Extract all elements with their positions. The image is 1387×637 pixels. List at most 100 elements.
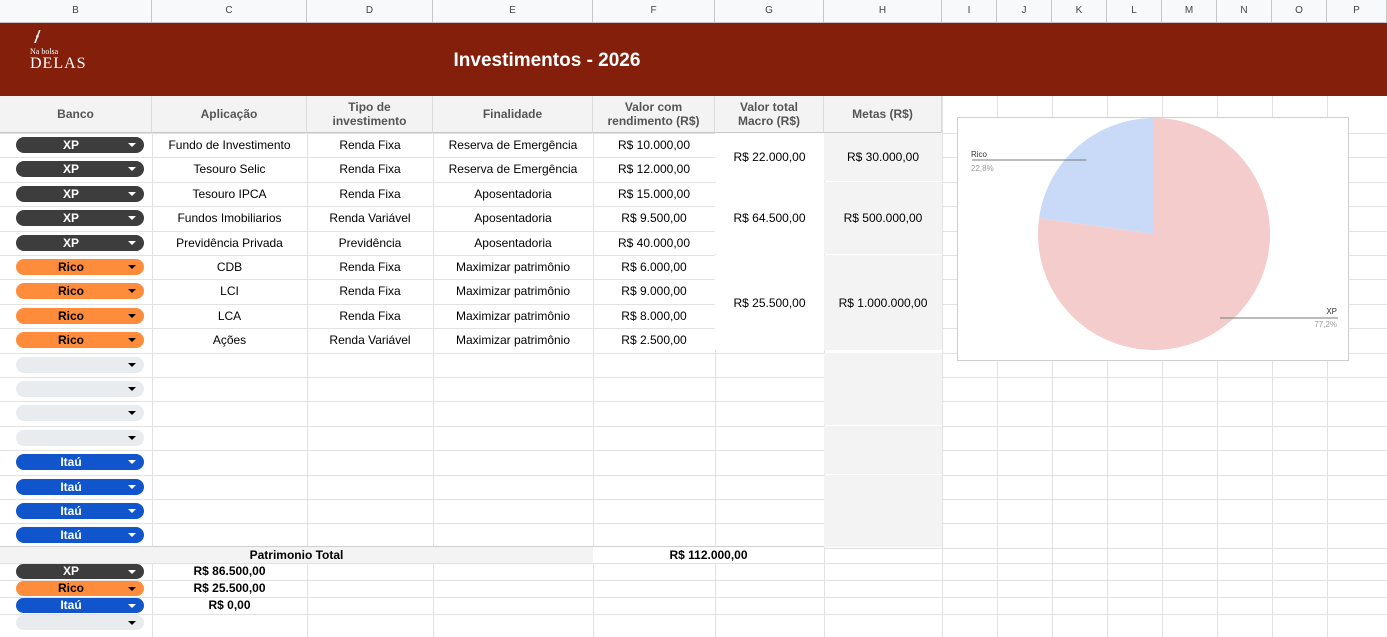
aplicacao-cell[interactable]: Ações bbox=[152, 328, 307, 352]
bank-dropdown[interactable]: Itaú bbox=[16, 527, 144, 543]
finalidade-cell[interactable] bbox=[433, 377, 593, 401]
finalidade-cell[interactable]: Maximizar patrimônio bbox=[433, 328, 593, 352]
valor-cell[interactable] bbox=[593, 401, 715, 425]
bank-dropdown[interactable]: XP bbox=[16, 235, 144, 251]
patrimonio-total-label[interactable]: Patrimonio Total bbox=[0, 546, 593, 563]
bank-dropdown[interactable]: Itaú bbox=[16, 454, 144, 470]
header-macro[interactable]: Valor total Macro (R$) bbox=[715, 96, 824, 133]
tipo-cell[interactable]: Renda Variável bbox=[307, 328, 433, 352]
finalidade-cell[interactable]: Aposentadoria bbox=[433, 206, 593, 230]
bank-dropdown[interactable]: Rico bbox=[16, 283, 144, 299]
finalidade-cell[interactable]: Maximizar patrimônio bbox=[433, 304, 593, 328]
aplicacao-cell[interactable]: Previdência Privada bbox=[152, 231, 307, 255]
finalidade-cell[interactable] bbox=[433, 450, 593, 474]
patrimonio-total-value[interactable]: R$ 112.000,00 bbox=[593, 546, 824, 563]
meta-cell[interactable] bbox=[824, 426, 942, 450]
aplicacao-cell[interactable]: Tesouro Selic bbox=[152, 157, 307, 181]
summary-value-cell[interactable]: R$ 86.500,00 bbox=[152, 563, 307, 580]
valor-cell[interactable]: R$ 40.000,00 bbox=[593, 231, 715, 255]
aplicacao-cell[interactable]: LCA bbox=[152, 304, 307, 328]
bank-dropdown[interactable]: Itaú bbox=[16, 479, 144, 495]
aplicacao-cell[interactable]: Fundos Imobiliarios bbox=[152, 206, 307, 230]
bank-dropdown[interactable] bbox=[16, 381, 144, 397]
header-metas[interactable]: Metas (R$) bbox=[824, 96, 942, 133]
valor-cell[interactable]: R$ 8.000,00 bbox=[593, 304, 715, 328]
summary-value-cell[interactable] bbox=[152, 614, 307, 631]
header-tipo[interactable]: Tipo de investimento bbox=[307, 96, 433, 133]
bank-dropdown[interactable] bbox=[16, 405, 144, 421]
tipo-cell[interactable]: Renda Fixa bbox=[307, 182, 433, 206]
finalidade-cell[interactable] bbox=[433, 475, 593, 499]
aplicacao-cell[interactable] bbox=[152, 450, 307, 474]
aplicacao-cell[interactable] bbox=[152, 401, 307, 425]
pie-chart[interactable]: Rico 22,8% XP 77,2% bbox=[957, 117, 1349, 361]
meta-cell[interactable] bbox=[824, 377, 942, 401]
finalidade-cell[interactable]: Maximizar patrimônio bbox=[433, 255, 593, 279]
bank-dropdown[interactable]: XP bbox=[16, 161, 144, 177]
aplicacao-cell[interactable] bbox=[152, 353, 307, 377]
bank-dropdown[interactable]: XP bbox=[16, 210, 144, 226]
meta-cell[interactable] bbox=[824, 353, 942, 377]
aplicacao-cell[interactable] bbox=[152, 475, 307, 499]
tipo-cell[interactable]: Renda Variável bbox=[307, 206, 433, 230]
aplicacao-cell[interactable]: Tesouro IPCA bbox=[152, 182, 307, 206]
finalidade-cell[interactable]: Reserva de Emergência bbox=[433, 133, 593, 157]
macro-total-cell[interactable]: R$ 22.000,00 bbox=[715, 133, 824, 181]
header-valor[interactable]: Valor com rendimento (R$) bbox=[593, 96, 715, 133]
tipo-cell[interactable]: Renda Fixa bbox=[307, 304, 433, 328]
valor-cell[interactable] bbox=[593, 475, 715, 499]
summary-value-cell[interactable]: R$ 25.500,00 bbox=[152, 580, 307, 597]
tipo-cell[interactable] bbox=[307, 377, 433, 401]
tipo-cell[interactable]: Renda Fixa bbox=[307, 157, 433, 181]
meta-cell[interactable]: R$ 1.000.000,00 bbox=[824, 255, 942, 350]
tipo-cell[interactable] bbox=[307, 499, 433, 523]
finalidade-cell[interactable] bbox=[433, 523, 593, 547]
finalidade-cell[interactable] bbox=[433, 353, 593, 377]
aplicacao-cell[interactable] bbox=[152, 426, 307, 450]
tipo-cell[interactable] bbox=[307, 426, 433, 450]
aplicacao-cell[interactable] bbox=[152, 499, 307, 523]
aplicacao-cell[interactable]: CDB bbox=[152, 255, 307, 279]
bank-dropdown[interactable]: Itaú bbox=[16, 598, 144, 613]
bank-dropdown[interactable] bbox=[16, 430, 144, 446]
finalidade-cell[interactable]: Maximizar patrimônio bbox=[433, 279, 593, 303]
aplicacao-cell[interactable] bbox=[152, 523, 307, 547]
valor-cell[interactable] bbox=[593, 426, 715, 450]
header-finalidade[interactable]: Finalidade bbox=[433, 96, 593, 133]
tipo-cell[interactable] bbox=[307, 523, 433, 547]
finalidade-cell[interactable] bbox=[433, 401, 593, 425]
tipo-cell[interactable]: Renda Fixa bbox=[307, 255, 433, 279]
valor-cell[interactable] bbox=[593, 523, 715, 547]
meta-cell[interactable] bbox=[824, 475, 942, 499]
tipo-cell[interactable] bbox=[307, 353, 433, 377]
valor-cell[interactable] bbox=[593, 353, 715, 377]
meta-cell[interactable]: R$ 30.000,00 bbox=[824, 133, 942, 181]
tipo-cell[interactable]: Renda Fixa bbox=[307, 133, 433, 157]
valor-cell[interactable] bbox=[593, 499, 715, 523]
macro-total-cell[interactable]: R$ 64.500,00 bbox=[715, 182, 824, 254]
tipo-cell[interactable]: Previdência bbox=[307, 231, 433, 255]
bank-dropdown[interactable]: Itaú bbox=[16, 503, 144, 519]
valor-cell[interactable]: R$ 2.500,00 bbox=[593, 328, 715, 352]
header-aplicacao[interactable]: Aplicação bbox=[152, 96, 307, 133]
valor-cell[interactable] bbox=[593, 450, 715, 474]
tipo-cell[interactable] bbox=[307, 401, 433, 425]
tipo-cell[interactable] bbox=[307, 475, 433, 499]
bank-dropdown[interactable]: Rico bbox=[16, 581, 144, 596]
valor-cell[interactable]: R$ 10.000,00 bbox=[593, 133, 715, 157]
bank-dropdown[interactable]: Rico bbox=[16, 332, 144, 348]
tipo-cell[interactable]: Renda Fixa bbox=[307, 279, 433, 303]
bank-dropdown[interactable] bbox=[16, 615, 144, 630]
finalidade-cell[interactable] bbox=[433, 499, 593, 523]
meta-cell[interactable] bbox=[824, 499, 942, 523]
bank-dropdown[interactable]: XP bbox=[16, 137, 144, 153]
meta-cell[interactable] bbox=[824, 523, 942, 547]
aplicacao-cell[interactable] bbox=[152, 377, 307, 401]
bank-dropdown[interactable]: Rico bbox=[16, 308, 144, 324]
finalidade-cell[interactable] bbox=[433, 426, 593, 450]
bank-dropdown[interactable] bbox=[16, 357, 144, 373]
tipo-cell[interactable] bbox=[307, 450, 433, 474]
aplicacao-cell[interactable]: Fundo de Investimento bbox=[152, 133, 307, 157]
aplicacao-cell[interactable]: LCI bbox=[152, 279, 307, 303]
meta-cell[interactable] bbox=[824, 450, 942, 474]
